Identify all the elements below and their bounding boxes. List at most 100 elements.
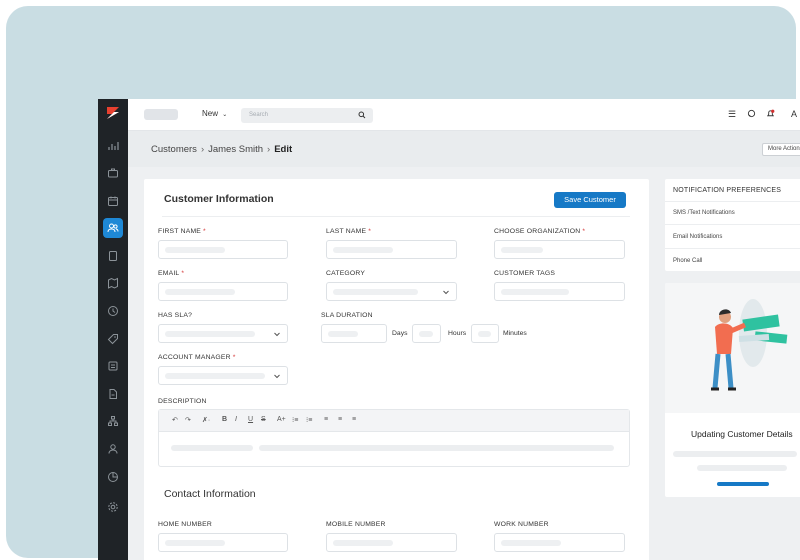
hours-unit-label: Hours [448, 330, 467, 337]
map-icon [108, 277, 118, 289]
calendar-icon [108, 196, 118, 206]
sidebar-item-customers[interactable] [103, 218, 123, 238]
new-menu[interactable]: New ⌄ [202, 109, 227, 118]
italic-icon[interactable]: I [235, 416, 237, 423]
settings-icon [108, 502, 118, 512]
user-icon [108, 444, 118, 454]
align-right-icon[interactable]: ≡ [352, 416, 356, 423]
notification-option-phone[interactable]: Phone Call [673, 258, 702, 264]
divider [665, 201, 800, 202]
updating-details-card: Updating Customer Details [665, 283, 800, 497]
mobile-number-field[interactable] [326, 533, 457, 552]
search-icon [358, 111, 366, 119]
sidebar-item-document[interactable] [103, 384, 123, 404]
underline-icon[interactable]: U [248, 416, 253, 423]
customer-form: Customer Information Save Customer FIRST… [144, 179, 649, 560]
chevron-down-icon [274, 374, 280, 379]
bold-icon[interactable]: B [222, 416, 227, 423]
ordered-list-icon[interactable]: ⁝≡ [292, 416, 298, 424]
search-input[interactable]: Search [241, 108, 373, 123]
placeholder-line [697, 465, 787, 471]
chevron-down-icon [443, 290, 449, 295]
logo-icon [107, 107, 119, 119]
organization-field[interactable] [494, 240, 625, 259]
sidebar-item-briefcase[interactable] [103, 163, 123, 183]
divider [665, 248, 800, 249]
sidebar-item-clock[interactable] [103, 301, 123, 321]
divider [665, 224, 800, 225]
menu-icon[interactable]: ☰ [728, 109, 736, 120]
unordered-list-icon[interactable]: ⁝≡ [306, 416, 312, 424]
sla-days-field[interactable] [321, 324, 387, 343]
last-name-label: LAST NAME * [326, 228, 372, 235]
sidebar-item-map[interactable] [103, 273, 123, 293]
form-title: Customer Information [164, 193, 274, 205]
chevron-right-icon: › [200, 144, 205, 155]
placeholder-line [673, 451, 797, 457]
sla-hours-field[interactable] [412, 324, 441, 343]
book-icon [109, 251, 117, 261]
category-select[interactable] [326, 282, 457, 301]
align-center-icon[interactable]: ≡ [338, 416, 342, 423]
customer-tags-field[interactable] [494, 282, 625, 301]
sidebar-item-report[interactable] [103, 356, 123, 376]
person-editing-illustration [711, 299, 788, 391]
sidebar-item-calendar[interactable] [103, 191, 123, 211]
save-customer-button[interactable]: Save Customer [554, 192, 626, 208]
report-icon [108, 361, 118, 371]
top-bar: New ⌄ Search ☰ A [128, 99, 800, 131]
customer-tags-label: CUSTOMER TAGS [494, 270, 556, 277]
font-size-icon[interactable]: A+ [277, 416, 286, 423]
briefcase-icon [108, 168, 118, 178]
sidebar-item-user[interactable] [103, 439, 123, 459]
work-number-field[interactable] [494, 533, 625, 552]
sidebar-item-pie-chart[interactable] [103, 467, 123, 487]
search-placeholder: Search [249, 112, 269, 118]
workspace-switcher[interactable] [144, 109, 178, 120]
description-label: DESCRIPTION [158, 398, 207, 405]
sidebar [98, 99, 128, 560]
align-left-icon[interactable]: ≡ [324, 416, 328, 423]
sidebar-item-tag[interactable] [103, 329, 123, 349]
promo-text: Updating Customer Details [691, 429, 793, 439]
avatar[interactable]: A [791, 109, 797, 119]
redo-icon[interactable]: ↷ [185, 416, 191, 424]
home-number-field[interactable] [158, 533, 288, 552]
first-name-field[interactable] [158, 240, 288, 259]
last-name-field[interactable] [326, 240, 457, 259]
minutes-unit-label: Minutes [503, 330, 527, 337]
progress-indicator [717, 482, 769, 486]
sla-minutes-field[interactable] [471, 324, 499, 343]
undo-icon[interactable]: ↶ [172, 416, 178, 424]
breadcrumb-link-customer[interactable]: James Smith [208, 144, 263, 155]
strikethrough-icon[interactable]: S [261, 416, 266, 423]
account-manager-label: ACCOUNT MANAGER * [158, 354, 236, 361]
email-label: EMAIL * [158, 270, 185, 277]
account-manager-select[interactable] [158, 366, 288, 385]
sidebar-item-hierarchy[interactable] [103, 411, 123, 431]
chat-icon[interactable] [747, 109, 756, 120]
contact-section-title: Contact Information [164, 488, 256, 500]
editor-content-line [259, 445, 614, 451]
email-field[interactable] [158, 282, 288, 301]
home-number-label: HOME NUMBER [158, 521, 212, 528]
more-actions-button[interactable]: More Actions [762, 143, 800, 156]
mobile-number-label: MOBILE NUMBER [326, 521, 386, 528]
sidebar-item-analytics[interactable] [103, 136, 123, 156]
clear-format-icon[interactable]: ✗· [202, 416, 210, 424]
app-window: New ⌄ Search ☰ A Customers › James Smith › E… [98, 99, 800, 560]
first-name-label: FIRST NAME * [158, 228, 206, 235]
sla-duration-label: SLA DURATION [321, 312, 373, 319]
description-editor[interactable]: ↶ ↷ ✗· B I U S A+ ⁝≡ ⁝≡ ≡ ≡ ≡ [158, 409, 630, 467]
has-sla-select[interactable] [158, 324, 288, 343]
notification-option-sms[interactable]: SMS /Text Notifications [673, 210, 735, 216]
breadcrumb-current: Edit [274, 144, 293, 155]
sidebar-item-settings[interactable] [103, 497, 123, 517]
breadcrumb-link-customers[interactable]: Customers [151, 144, 197, 155]
divider [162, 216, 630, 217]
sidebar-item-book[interactable] [103, 246, 123, 266]
hierarchy-icon [108, 416, 118, 426]
notification-option-email[interactable]: Email Notifications [673, 234, 722, 240]
new-menu-label: New [202, 109, 219, 118]
notifications-icon[interactable] [766, 109, 775, 120]
